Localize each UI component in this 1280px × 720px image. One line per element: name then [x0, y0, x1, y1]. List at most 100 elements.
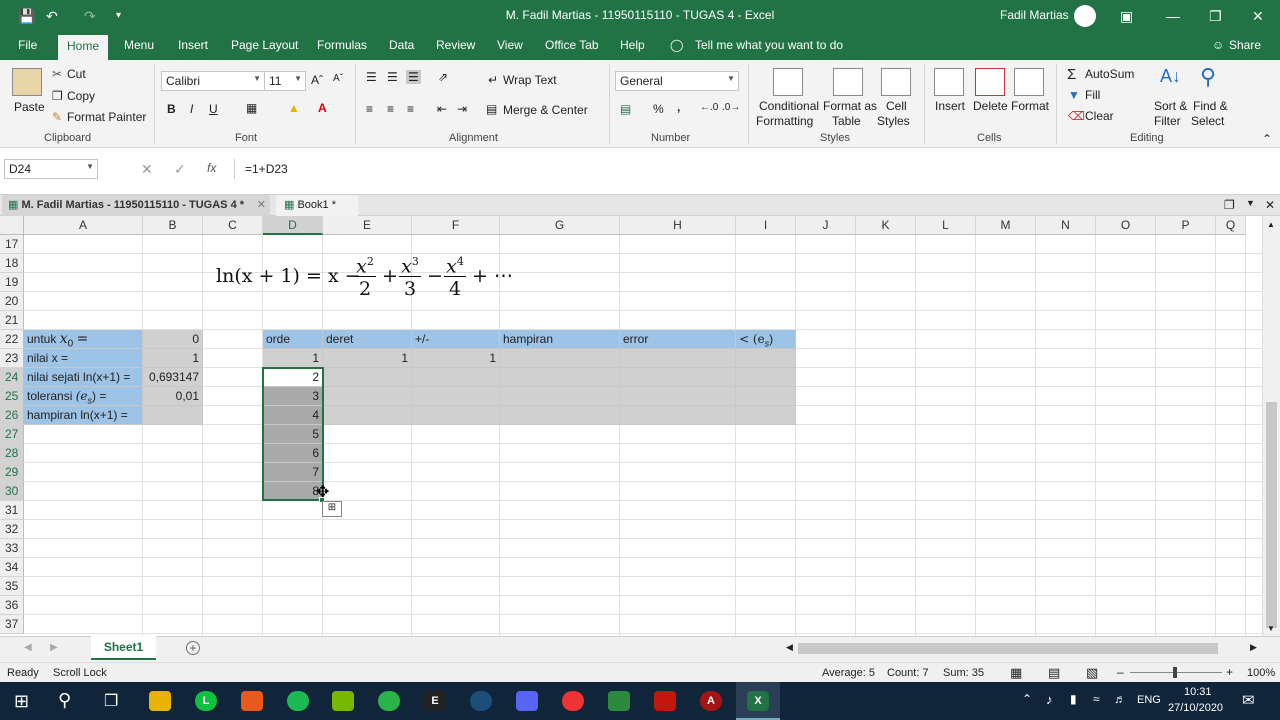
decrease-font-icon[interactable]: Aˇ	[333, 73, 343, 84]
wrap-text-button[interactable]: Wrap Text	[503, 73, 557, 87]
cell-A25[interactable]: toleransi (es) =	[24, 387, 143, 406]
cell-A26[interactable]: hampiran ln(x+1) =	[24, 406, 143, 425]
column-header-j[interactable]: J	[796, 216, 856, 235]
cell-I26[interactable]	[736, 406, 796, 425]
increase-decimal-icon[interactable]: ←.0	[700, 102, 718, 113]
tab-insert[interactable]: Insert	[178, 38, 208, 52]
zoom-out-icon[interactable]: –	[1117, 665, 1124, 679]
row-header-34[interactable]: 34	[0, 558, 24, 577]
new-tab-icon[interactable]: ❐	[1224, 198, 1235, 212]
cell-E23[interactable]: 1	[323, 349, 412, 368]
tab-office-tab[interactable]: Office Tab	[545, 38, 599, 52]
row-header-36[interactable]: 36	[0, 596, 24, 615]
row-header-22[interactable]: 22	[0, 330, 24, 349]
windows-start-icon[interactable]: ⊞	[14, 691, 29, 712]
tab-help[interactable]: Help	[620, 38, 645, 52]
column-header-i[interactable]: I	[736, 216, 796, 235]
sheet-tab-sheet1[interactable]: Sheet1	[91, 636, 156, 660]
restore-icon[interactable]: ❐	[1209, 7, 1222, 25]
row-header-35[interactable]: 35	[0, 577, 24, 596]
cell-H23[interactable]	[620, 349, 736, 368]
cell-F23[interactable]: 1	[412, 349, 500, 368]
column-header-a[interactable]: A	[24, 216, 143, 235]
app-icon[interactable]	[241, 691, 263, 711]
tab-home[interactable]: Home	[58, 35, 109, 60]
formula-input[interactable]: =1+D23	[234, 159, 1274, 179]
cell-B25[interactable]: 0,01	[143, 387, 203, 406]
row-header-21[interactable]: 21	[0, 311, 24, 330]
row-header-25[interactable]: 25	[0, 387, 24, 406]
cell-F24[interactable]	[412, 368, 500, 387]
zoom-in-icon[interactable]: +	[1226, 665, 1233, 679]
currency-icon[interactable]: ▤	[620, 102, 631, 116]
tab-review[interactable]: Review	[436, 38, 475, 52]
row-header-37[interactable]: 37	[0, 615, 24, 634]
search-icon[interactable]: ⚲	[58, 690, 71, 711]
column-header-d[interactable]: D	[263, 216, 323, 235]
find-select-button[interactable]: Find &	[1193, 99, 1228, 113]
row-header-17[interactable]: 17	[0, 235, 24, 254]
italic-button[interactable]: I	[190, 102, 193, 116]
insert-function-icon[interactable]: fx	[207, 161, 216, 175]
clock-date[interactable]: 27/10/2020	[1168, 702, 1223, 714]
spotify-icon[interactable]	[287, 691, 309, 711]
tab-file[interactable]: File	[18, 38, 37, 52]
excel-taskbar-active[interactable]: X	[736, 682, 780, 720]
column-header-b[interactable]: B	[143, 216, 203, 235]
tab-formulas[interactable]: Formulas	[317, 38, 367, 52]
column-header-g[interactable]: G	[500, 216, 620, 235]
cell-H22[interactable]: error	[620, 330, 736, 349]
adobe-reader-icon[interactable]	[654, 691, 676, 711]
format-as-table-icon[interactable]	[833, 68, 863, 96]
discord-icon[interactable]	[516, 691, 538, 711]
formula-image[interactable]: ln(x + 1) = x − x2 2 + x3 3 − x4 4 + ⋯	[214, 250, 514, 302]
file-explorer-icon[interactable]	[149, 691, 171, 711]
close-all-icon[interactable]: ✕	[1265, 198, 1275, 212]
wifi-icon[interactable]: ≈	[1093, 692, 1100, 706]
cell-H26[interactable]	[620, 406, 736, 425]
row-header-29[interactable]: 29	[0, 463, 24, 482]
prev-sheet-icon[interactable]: ◀	[24, 642, 32, 653]
cell-A24[interactable]: nilai sejati ln(x+1) =	[24, 368, 143, 387]
decrease-decimal-icon[interactable]: .0→	[722, 102, 740, 113]
column-header-n[interactable]: N	[1036, 216, 1096, 235]
ribbon-display-icon[interactable]: ▣	[1120, 7, 1133, 25]
row-header-28[interactable]: 28	[0, 444, 24, 463]
comma-button[interactable]: ,	[677, 100, 680, 114]
fill-button[interactable]: Fill	[1085, 88, 1100, 102]
cell-F22[interactable]: +/-	[412, 330, 500, 349]
column-header-o[interactable]: O	[1096, 216, 1156, 235]
cell-B23[interactable]: 1	[143, 349, 203, 368]
row-header-33[interactable]: 33	[0, 539, 24, 558]
align-bottom-icon[interactable]: ☰	[406, 70, 421, 84]
conditional-formatting-icon[interactable]	[773, 68, 803, 96]
normal-view-icon[interactable]: ▦	[1010, 665, 1022, 681]
bold-button[interactable]: B	[167, 102, 176, 116]
underline-button[interactable]: U	[209, 102, 218, 116]
orientation-icon[interactable]: ⇗	[438, 70, 448, 84]
share-button[interactable]: Share	[1229, 38, 1261, 52]
format-painter-icon[interactable]: ✎	[52, 110, 62, 124]
conditional-formatting-button[interactable]: Conditional	[759, 99, 819, 113]
tab-list-icon[interactable]: ▼	[1246, 198, 1255, 208]
select-all[interactable]	[0, 216, 24, 235]
delete-button[interactable]: Delete	[973, 99, 1008, 113]
merge-center-button[interactable]: Merge & Center	[503, 103, 588, 117]
format-painter-button[interactable]: Format Painter	[67, 110, 146, 124]
scroll-left-icon[interactable]: ◀	[786, 642, 793, 653]
column-header-q[interactable]: Q	[1216, 216, 1246, 235]
enter-icon[interactable]: ✓	[174, 161, 186, 178]
column-header-f[interactable]: F	[412, 216, 500, 235]
task-view-icon[interactable]: ❐	[104, 691, 118, 711]
quick-analysis-icon[interactable]: ⊞	[322, 501, 342, 517]
cell-F26[interactable]	[412, 406, 500, 425]
row-header-31[interactable]: 31	[0, 501, 24, 520]
clock-time[interactable]: 10:31	[1184, 686, 1212, 698]
copy-icon[interactable]: ❐	[52, 89, 63, 103]
row-header-23[interactable]: 23	[0, 349, 24, 368]
cut-button[interactable]: Cut	[67, 67, 86, 81]
sort-filter-icon[interactable]: A↓	[1160, 66, 1181, 87]
app-a-icon[interactable]: A	[700, 691, 722, 711]
spreadsheet-grid[interactable]: ABCDEFGHIJKLMNOPQ 17 18 19 20 21 22 23 24 25 26 27…	[0, 216, 1262, 636]
align-right-icon[interactable]: ≡	[407, 102, 414, 116]
